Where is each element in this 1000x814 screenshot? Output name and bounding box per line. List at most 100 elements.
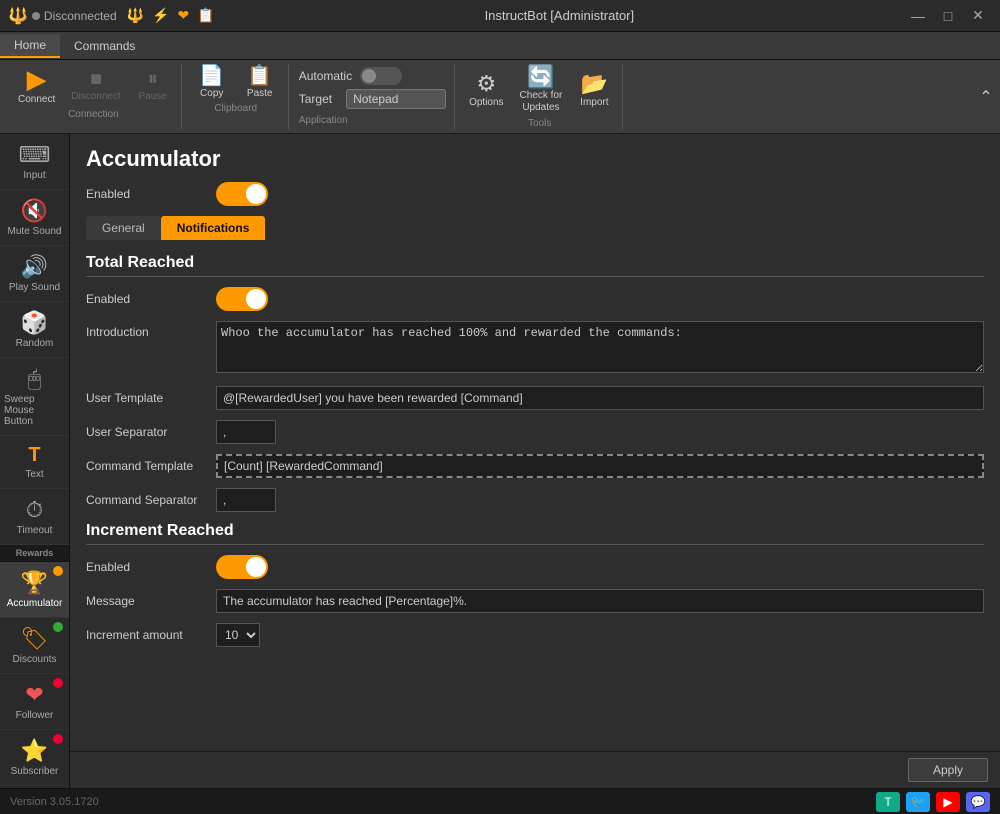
random-icon: 🎲 [21,310,48,336]
minimize-button[interactable]: — [904,2,932,30]
check-updates-label: Check forUpdates [520,90,563,114]
user-template-label: User Template [86,391,216,405]
introduction-label: Introduction [86,321,216,339]
sidebar-item-play-sound[interactable]: 🔊 Play Sound [0,246,69,302]
options-button[interactable]: ⚙ Options [463,71,509,110]
copy-button[interactable]: 📄 Copy [190,64,234,101]
toolbar-tools-group: ⚙ Options 🔄 Check forUpdates 📂 Import To… [457,64,623,129]
target-select[interactable]: Notepad [346,89,446,109]
accumulator-badge [53,566,63,576]
toolbar-clipboard-group: 📄 Copy 📋 Paste Clipboard [184,64,289,129]
total-reached-enabled-row: Enabled [86,287,984,311]
sidebar: ⌨ Input 🔇 Mute Sound 🔊 Play Sound 🎲 Rand… [0,134,70,788]
enabled-toggle-knob [246,184,266,204]
disconnected-label: Disconnected [44,9,117,23]
introduction-row: Introduction [86,321,984,376]
paste-button[interactable]: 📋 Paste [238,64,282,101]
increment-amount-select[interactable]: 10 5 25 50 [216,623,260,647]
enabled-label: Enabled [86,187,216,201]
tabs-row: General Notifications [86,216,984,240]
increment-reached-enabled-toggle[interactable] [216,555,268,579]
subscriber-badge [53,734,63,744]
total-reached-enabled-label: Enabled [86,292,216,306]
version-label: Version 3.05.1720 [10,796,99,808]
tools-group-label: Tools [528,118,551,129]
menu-item-commands[interactable]: Commands [60,35,149,57]
discounts-badge [53,622,63,632]
command-template-row: Command Template [86,454,984,478]
sidebar-item-input[interactable]: ⌨ Input [0,134,69,190]
status-icons: T 🐦 ▶ 💬 [876,792,990,812]
command-separator-label: Command Separator [86,493,216,507]
introduction-wrapper [216,321,984,376]
sidebar-item-random-label: Random [16,338,54,349]
increment-reached-toggle-knob [246,557,266,577]
sidebar-item-accumulator[interactable]: 🏆 Accumulator [0,562,69,618]
twitter-icon-box[interactable]: 🐦 [906,792,930,812]
sidebar-item-discounts-label: Discounts [13,654,57,665]
disconnect-button[interactable]: ■ Disconnect [65,67,126,104]
command-separator-row: Command Separator [86,488,984,512]
menu-bar: Home Commands [0,32,1000,60]
sidebar-item-sweep-mouse-button[interactable]: 🖱 Sweep Mouse Button [0,358,69,436]
increment-amount-row: Increment amount 10 5 25 50 [86,623,984,647]
youtube-icon-box[interactable]: ▶ [936,792,960,812]
toolbar-application-group: Automatic Target Notepad Application [291,64,455,129]
apply-button[interactable]: Apply [908,758,988,782]
increment-amount-label: Increment amount [86,628,216,642]
sidebar-item-accumulator-label: Accumulator [7,598,63,609]
command-separator-input[interactable] [216,488,276,512]
application-group-label: Application [299,115,446,126]
pause-button[interactable]: ⏸ Pause [131,67,175,104]
discounts-icon: 🏷 [21,626,49,652]
input-icon: ⌨ [19,142,51,168]
sidebar-item-timeout[interactable]: ⏱ Timeout [0,489,69,545]
sidebar-item-discounts[interactable]: 🏷 Discounts [0,618,69,674]
import-button[interactable]: 📂 Import [572,71,616,110]
command-template-label: Command Template [86,459,216,473]
sidebar-item-follower[interactable]: ❤ Follower [0,674,69,730]
discord-icon-box[interactable]: 💬 [966,792,990,812]
sidebar-item-mute-sound[interactable]: 🔇 Mute Sound [0,190,69,246]
close-button[interactable]: ✕ [964,2,992,30]
message-input[interactable] [216,589,984,613]
twitch-icon-box[interactable]: T [876,792,900,812]
increment-reached-title: Increment Reached [86,522,984,545]
sidebar-item-subscriber-label: Subscriber [11,766,59,777]
pause-icon: ⏸ [148,69,158,89]
main-layout: ⌨ Input 🔇 Mute Sound 🔊 Play Sound 🎲 Rand… [0,134,1000,788]
message-row: Message [86,589,984,613]
disconnect-label: Disconnect [71,91,120,102]
automatic-label: Automatic [299,69,352,83]
toolbar-connection-group: ▶ Connect ■ Disconnect ⏸ Pause Connectio… [6,64,182,129]
connect-button[interactable]: ▶ Connect [12,64,61,107]
sidebar-item-subscriber[interactable]: ⭐ Subscriber [0,730,69,786]
import-label: Import [580,97,608,108]
total-reached-enabled-toggle[interactable] [216,287,268,311]
command-template-input[interactable] [216,454,984,478]
user-template-input[interactable] [216,386,984,410]
introduction-textarea[interactable] [216,321,984,373]
sidebar-item-sweep-label: Sweep Mouse Button [4,394,65,427]
enabled-toggle[interactable] [216,182,268,206]
tab-general[interactable]: General [86,216,161,240]
check-for-updates-button[interactable]: 🔄 Check forUpdates [514,64,569,116]
menu-item-home[interactable]: Home [0,34,60,58]
sidebar-item-text[interactable]: T Text [0,436,69,489]
tab-notifications[interactable]: Notifications [161,216,266,240]
options-icon: ⚙ [476,73,496,95]
page-title: Accumulator [86,146,984,172]
content-area: Accumulator Enabled General Notification… [70,134,1000,751]
connect-icon: ▶ [27,66,47,92]
icon-clipboard: 📋 [197,7,214,24]
increment-reached-enabled-row: Enabled [86,555,984,579]
user-separator-input[interactable] [216,420,276,444]
automatic-toggle[interactable] [360,67,402,85]
maximize-button[interactable]: □ [934,2,962,30]
toolbar-collapse-button[interactable]: ⌃ [972,60,1000,133]
sidebar-item-random[interactable]: 🎲 Random [0,302,69,358]
total-reached-title: Total Reached [86,254,984,277]
copy-icon: 📄 [199,66,224,86]
paste-icon: 📋 [247,66,272,86]
icon-bolt: ⚡ [152,7,169,24]
